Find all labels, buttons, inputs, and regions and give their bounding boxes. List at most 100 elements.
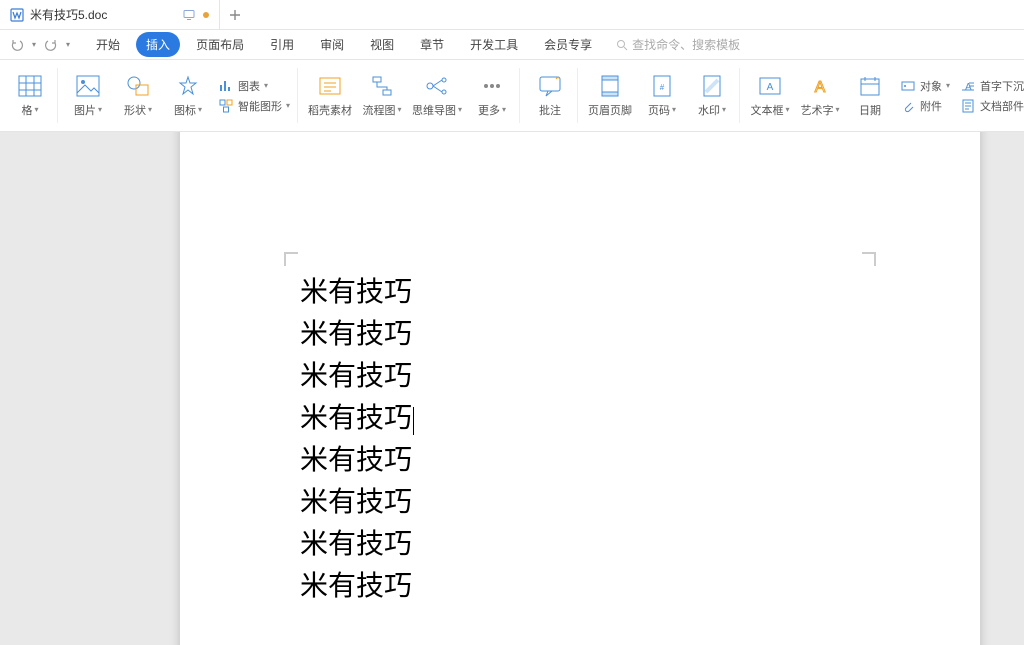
search-placeholder: 查找命令、搜索模板 <box>632 36 740 53</box>
pagenumber-button[interactable]: # 页码▾ <box>642 74 682 118</box>
document-line[interactable]: 米有技巧 <box>300 314 860 356</box>
textbox-button[interactable]: A 文本框▾ <box>750 74 790 118</box>
object-button[interactable]: 对象▾ <box>900 78 950 94</box>
date-button[interactable]: 日期 <box>850 74 890 118</box>
document-line[interactable]: 米有技巧 <box>300 272 860 314</box>
modified-indicator-icon <box>203 12 209 18</box>
chart-button[interactable]: 图表▾ <box>218 78 290 94</box>
template-icon <box>316 74 344 98</box>
svg-text:#: # <box>660 83 665 92</box>
svg-text:A: A <box>965 82 972 93</box>
menu-member[interactable]: 会员专享 <box>534 32 602 57</box>
redo-dropdown-icon[interactable]: ▾ <box>66 40 70 49</box>
watermark-label: 水印 <box>698 102 720 118</box>
watermark-button[interactable]: 水印▾ <box>692 74 732 118</box>
table-button[interactable]: 格▾ <box>10 74 50 118</box>
object-icon <box>900 78 916 94</box>
dropcap-icon: A <box>960 78 976 94</box>
wordart-button[interactable]: A 艺术字▾ <box>800 74 840 118</box>
document-line[interactable]: 米有技巧 <box>300 356 860 398</box>
pagenumber-icon: # <box>648 74 676 98</box>
headerfooter-label: 页眉页脚 <box>588 102 632 118</box>
picture-icon <box>74 74 102 98</box>
paperclip-icon <box>900 98 916 114</box>
dropcap-button[interactable]: A 首字下沉 <box>960 78 1024 94</box>
document-line[interactable]: 米有技巧 <box>300 482 860 524</box>
ribbon-group-illustrations: 图片▾ 形状▾ 图标▾ 图表▾ 智 <box>60 60 298 131</box>
menu-reference[interactable]: 引用 <box>260 32 304 57</box>
undo-icon[interactable] <box>10 38 24 52</box>
smartart-button[interactable]: 智能图形▾ <box>218 98 290 114</box>
new-tab-button[interactable] <box>220 0 250 29</box>
calendar-icon <box>856 74 884 98</box>
icons-label: 图标 <box>174 102 196 118</box>
icons-button[interactable]: 图标▾ <box>168 74 208 118</box>
menu-insert[interactable]: 插入 <box>136 32 180 57</box>
document-line[interactable]: 米有技巧 <box>300 566 860 608</box>
smartart-label: 智能图形 <box>238 98 282 114</box>
comment-button[interactable]: 批注 <box>530 74 570 118</box>
date-label: 日期 <box>859 102 881 118</box>
more-icon <box>478 74 506 98</box>
pagenumber-label: 页码 <box>648 102 670 118</box>
table-label: 格 <box>21 102 32 118</box>
document-line[interactable]: 米有技巧 <box>300 440 860 482</box>
comment-icon <box>536 74 564 98</box>
undo-dropdown-icon[interactable]: ▾ <box>32 40 36 49</box>
docparts-label: 文档部件 <box>980 98 1024 114</box>
margin-mark-left <box>284 252 298 266</box>
shape-icon <box>124 74 152 98</box>
ribbon: 格▾ 图片▾ 形状▾ 图标▾ 图表▾ <box>0 60 1024 132</box>
more-button[interactable]: 更多▾ <box>472 74 512 118</box>
headerfooter-icon <box>596 74 624 98</box>
flowchart-label: 流程图 <box>363 102 396 118</box>
svg-text:A: A <box>815 79 826 96</box>
watermark-icon <box>698 74 726 98</box>
menu-bar: ▾ ▾ 开始 插入 页面布局 引用 审阅 视图 章节 开发工具 会员专享 查找命… <box>0 30 1024 60</box>
icons-icon <box>174 74 202 98</box>
document-canvas[interactable]: 米有技巧米有技巧米有技巧米有技巧米有技巧米有技巧米有技巧米有技巧 <box>0 132 1024 645</box>
svg-text:A: A <box>767 82 774 93</box>
document-tab[interactable]: 米有技巧5.doc <box>0 0 220 29</box>
ribbon-group-headerfooter: 页眉页脚 # 页码▾ 水印▾ <box>580 60 740 131</box>
menu-start[interactable]: 开始 <box>86 32 130 57</box>
textbox-label: 文本框 <box>751 102 784 118</box>
dropcap-label: 首字下沉 <box>980 78 1024 94</box>
doke-button[interactable]: 稻壳素材 <box>308 74 352 118</box>
tab-bar: 米有技巧5.doc <box>0 0 1024 30</box>
command-search[interactable]: 查找命令、搜索模板 <box>616 36 740 53</box>
shape-label: 形状 <box>124 102 146 118</box>
wordart-label: 艺术字 <box>801 102 834 118</box>
more-label: 更多 <box>478 102 500 118</box>
text-cursor <box>413 407 414 435</box>
docparts-button[interactable]: 文档部件▾ <box>960 98 1024 114</box>
smartart-icon <box>218 98 234 114</box>
shape-button[interactable]: 形状▾ <box>118 74 158 118</box>
menu-pagelayout[interactable]: 页面布局 <box>186 32 254 57</box>
attachment-button[interactable]: 附件 <box>900 98 950 114</box>
ribbon-group-comment: 批注 <box>522 60 578 131</box>
textbox-icon: A <box>756 74 784 98</box>
ribbon-group-table: 格▾ <box>2 60 58 131</box>
document-line[interactable]: 米有技巧 <box>300 524 860 566</box>
document-line[interactable]: 米有技巧 <box>300 398 860 440</box>
page[interactable]: 米有技巧米有技巧米有技巧米有技巧米有技巧米有技巧米有技巧米有技巧 <box>180 132 980 645</box>
attachment-label: 附件 <box>920 98 942 114</box>
menu-chapter[interactable]: 章节 <box>410 32 454 57</box>
redo-icon[interactable] <box>44 38 58 52</box>
mindmap-label: 思维导图 <box>412 102 456 118</box>
picture-button[interactable]: 图片▾ <box>68 74 108 118</box>
tab-title: 米有技巧5.doc <box>30 6 107 23</box>
menu-view[interactable]: 视图 <box>360 32 404 57</box>
object-label: 对象 <box>920 78 942 94</box>
menu-review[interactable]: 审阅 <box>310 32 354 57</box>
flowchart-button[interactable]: 流程图▾ <box>362 74 402 118</box>
word-doc-icon <box>10 8 24 22</box>
mindmap-button[interactable]: 思维导图▾ <box>412 74 462 118</box>
headerfooter-button[interactable]: 页眉页脚 <box>588 74 632 118</box>
document-body[interactable]: 米有技巧米有技巧米有技巧米有技巧米有技巧米有技巧米有技巧米有技巧 <box>300 272 860 608</box>
margin-mark-right <box>862 252 876 266</box>
monitor-icon[interactable] <box>183 9 195 21</box>
wordart-icon: A <box>806 74 834 98</box>
menu-devtools[interactable]: 开发工具 <box>460 32 528 57</box>
